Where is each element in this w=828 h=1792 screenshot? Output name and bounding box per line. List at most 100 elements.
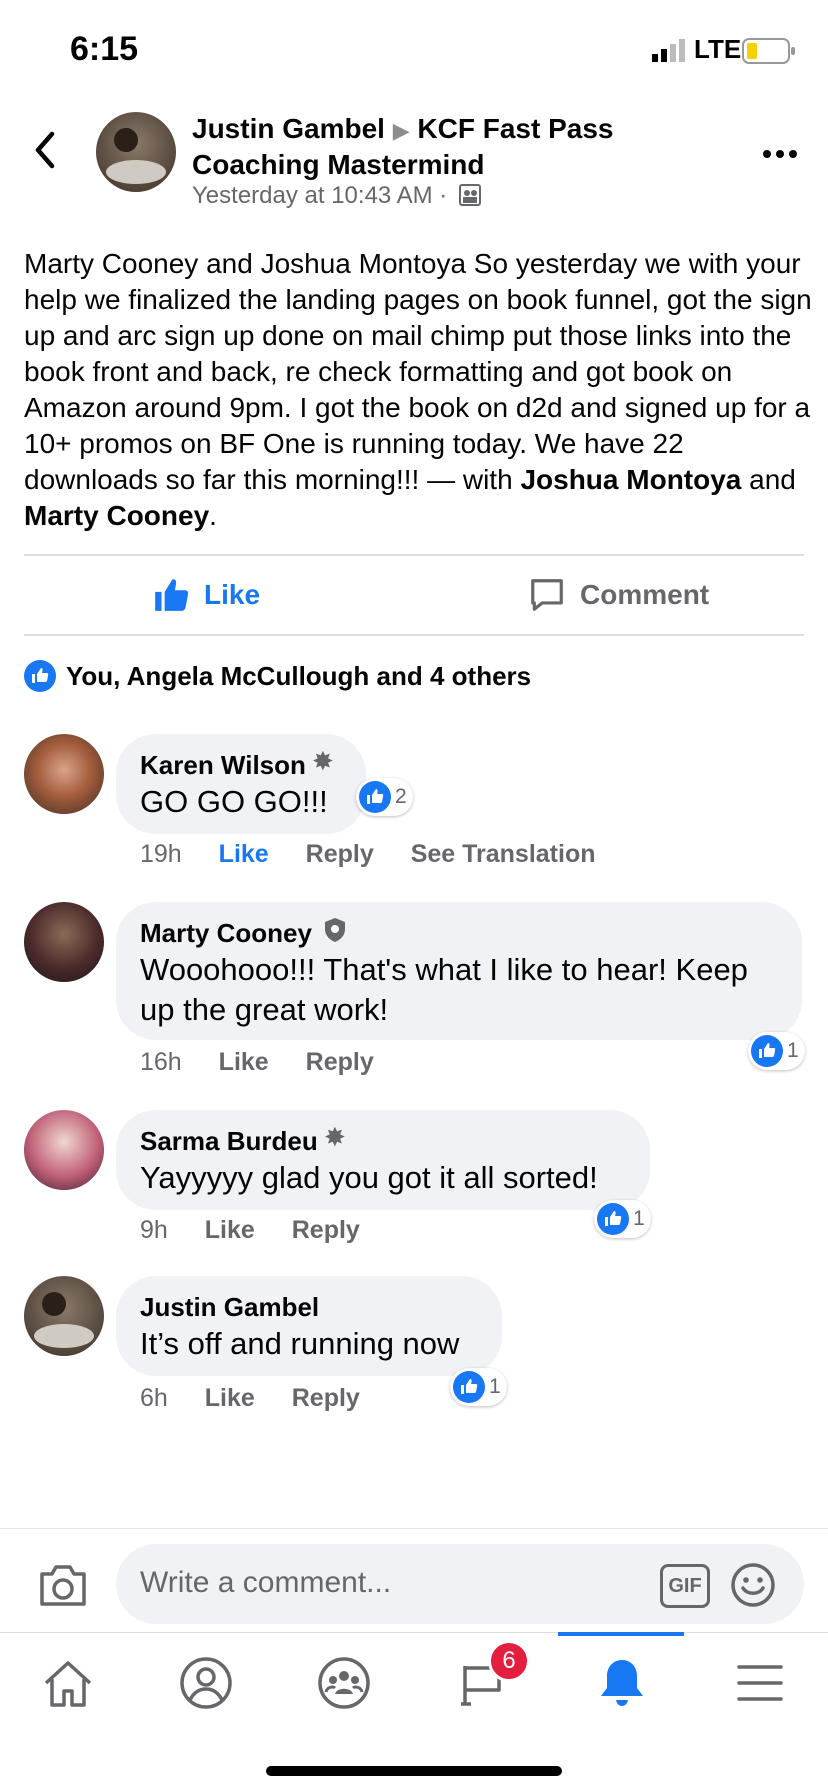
menu-icon xyxy=(737,1665,783,1701)
back-button[interactable] xyxy=(30,130,60,175)
star-badge-icon: ✸ xyxy=(312,746,334,776)
tab-notifications[interactable] xyxy=(582,1648,662,1718)
avatar[interactable] xyxy=(24,734,104,814)
chevron-left-icon xyxy=(35,131,55,169)
comment-button-label: Comment xyxy=(580,579,710,610)
comment-reply-button[interactable]: Reply xyxy=(306,840,374,868)
home-indicator[interactable] xyxy=(266,1766,562,1776)
comment-meta: 19h Like Reply See Translation xyxy=(140,840,596,869)
comment-meta: 6h Like Reply xyxy=(140,1384,360,1413)
like-reaction-icon xyxy=(597,1203,629,1235)
group-privacy-icon xyxy=(458,183,482,214)
tabbar-divider xyxy=(0,1632,828,1633)
bell-icon xyxy=(601,1660,643,1706)
comment-time: 19h xyxy=(140,840,182,868)
comment-reply-button[interactable]: Reply xyxy=(306,1048,374,1076)
like-reaction-icon xyxy=(751,1035,783,1067)
comment-text: Yayyyyy glad you got it all sorted! xyxy=(140,1160,598,1195)
comment-like-button[interactable]: Like xyxy=(205,1384,255,1412)
tab-groups[interactable] xyxy=(304,1648,384,1718)
camera-icon xyxy=(40,1565,86,1606)
post-body-text: Marty Cooney and Joshua Montoya So yeste… xyxy=(24,248,812,495)
comment-icon xyxy=(531,579,563,611)
comment-reply-button[interactable]: Reply xyxy=(292,1384,360,1412)
like-button-label: Like xyxy=(204,579,261,610)
comment-meta: 9h Like Reply xyxy=(140,1216,360,1245)
smiley-icon xyxy=(731,1563,775,1607)
notification-badge-count: 6 xyxy=(502,1647,516,1674)
reaction-count: 1 xyxy=(787,1039,799,1062)
post-timestamp: Yesterday at 10:43 AM · xyxy=(192,182,482,214)
tab-profile[interactable] xyxy=(166,1648,246,1718)
more-options-button[interactable] xyxy=(762,146,798,164)
network-label: LTE xyxy=(694,34,742,64)
comment-meta: 16h Like Reply xyxy=(140,1048,374,1077)
reaction-count: 1 xyxy=(489,1375,501,1398)
comment-input-placeholder: Write a comment... xyxy=(140,1566,392,1599)
comment-button[interactable]: Comment xyxy=(528,576,709,614)
like-reaction-icon xyxy=(453,1371,485,1403)
shield-badge-icon xyxy=(322,916,348,949)
avatar[interactable] xyxy=(24,1110,104,1190)
commenter-name[interactable]: Justin Gambel xyxy=(140,1292,319,1323)
profile-icon xyxy=(180,1657,232,1709)
comment-time: 6h xyxy=(140,1384,168,1412)
post-body-and: and xyxy=(741,464,796,495)
reaction-count: 2 xyxy=(395,785,407,808)
comment-reactions[interactable]: 1 xyxy=(748,1032,805,1070)
post-title: Justin Gambel ▶ KCF Fast Pass Coaching M… xyxy=(192,112,712,182)
composer-divider xyxy=(0,1528,828,1529)
like-button[interactable]: Like xyxy=(152,576,260,614)
reactions-summary-text: You, Angela McCullough and 4 others xyxy=(66,660,532,691)
like-reaction-icon xyxy=(24,660,56,692)
active-tab-indicator xyxy=(558,1632,684,1636)
signal-icon xyxy=(652,38,688,67)
author-avatar[interactable] xyxy=(96,112,176,192)
tab-home[interactable] xyxy=(28,1648,108,1718)
gif-button[interactable]: GIF xyxy=(660,1564,710,1608)
comment-reply-button[interactable]: Reply xyxy=(292,1216,360,1244)
comment-text: It’s off and running now xyxy=(140,1326,460,1361)
notification-badge: 6 xyxy=(488,1640,530,1682)
commenter-name[interactable]: Marty Cooney xyxy=(140,918,312,949)
comment-like-button[interactable]: Like xyxy=(205,1216,255,1244)
status-time: 6:15 xyxy=(70,30,139,68)
post-body: Marty Cooney and Joshua Montoya So yeste… xyxy=(24,246,814,534)
comment-text: Wooohooo!!! That's what I like to hear! … xyxy=(140,952,748,1027)
comment-reactions[interactable]: 2 xyxy=(356,778,413,816)
comment-reactions[interactable]: 1 xyxy=(450,1368,507,1406)
author-name[interactable]: Justin Gambel xyxy=(192,113,385,144)
like-reaction-icon xyxy=(359,781,391,813)
comment-input[interactable]: Write a comment... GIF xyxy=(116,1544,804,1624)
reaction-count: 1 xyxy=(633,1207,645,1230)
emoji-button[interactable] xyxy=(730,1562,776,1613)
comment-reactions[interactable]: 1 xyxy=(594,1200,651,1238)
post-body-end: . xyxy=(209,500,217,531)
avatar[interactable] xyxy=(24,902,104,982)
divider xyxy=(24,634,804,636)
commenter-name[interactable]: Sarma Burdeu xyxy=(140,1126,318,1157)
avatar[interactable] xyxy=(24,1276,104,1356)
post-timestamp-text: Yesterday at 10:43 AM · xyxy=(192,182,448,209)
tagged-user-2[interactable]: Marty Cooney xyxy=(24,500,209,531)
reactions-summary[interactable]: You, Angela McCullough and 4 others xyxy=(24,660,531,692)
comment-time: 9h xyxy=(140,1216,168,1244)
tab-menu[interactable] xyxy=(720,1648,800,1718)
camera-button[interactable] xyxy=(38,1562,88,1613)
star-badge-icon: ✸ xyxy=(324,1122,346,1152)
see-translation-button[interactable]: See Translation xyxy=(411,840,596,868)
thumbs-up-icon xyxy=(155,579,189,611)
groups-icon xyxy=(318,1657,370,1709)
comment-text: GO GO GO!!! xyxy=(140,784,328,819)
commenter-name[interactable]: Karen Wilson xyxy=(140,750,306,781)
home-icon xyxy=(44,1661,92,1707)
comment-like-button[interactable]: Like xyxy=(219,1048,269,1076)
tagged-user-1[interactable]: Joshua Montoya xyxy=(520,464,741,495)
comment-like-button[interactable]: Like xyxy=(219,840,269,868)
more-icon xyxy=(763,150,797,158)
comment-time: 16h xyxy=(140,1048,182,1076)
battery-icon xyxy=(742,38,796,69)
divider xyxy=(24,554,804,556)
triangle-right-icon: ▶ xyxy=(392,118,410,143)
gif-icon: GIF xyxy=(668,1574,702,1597)
